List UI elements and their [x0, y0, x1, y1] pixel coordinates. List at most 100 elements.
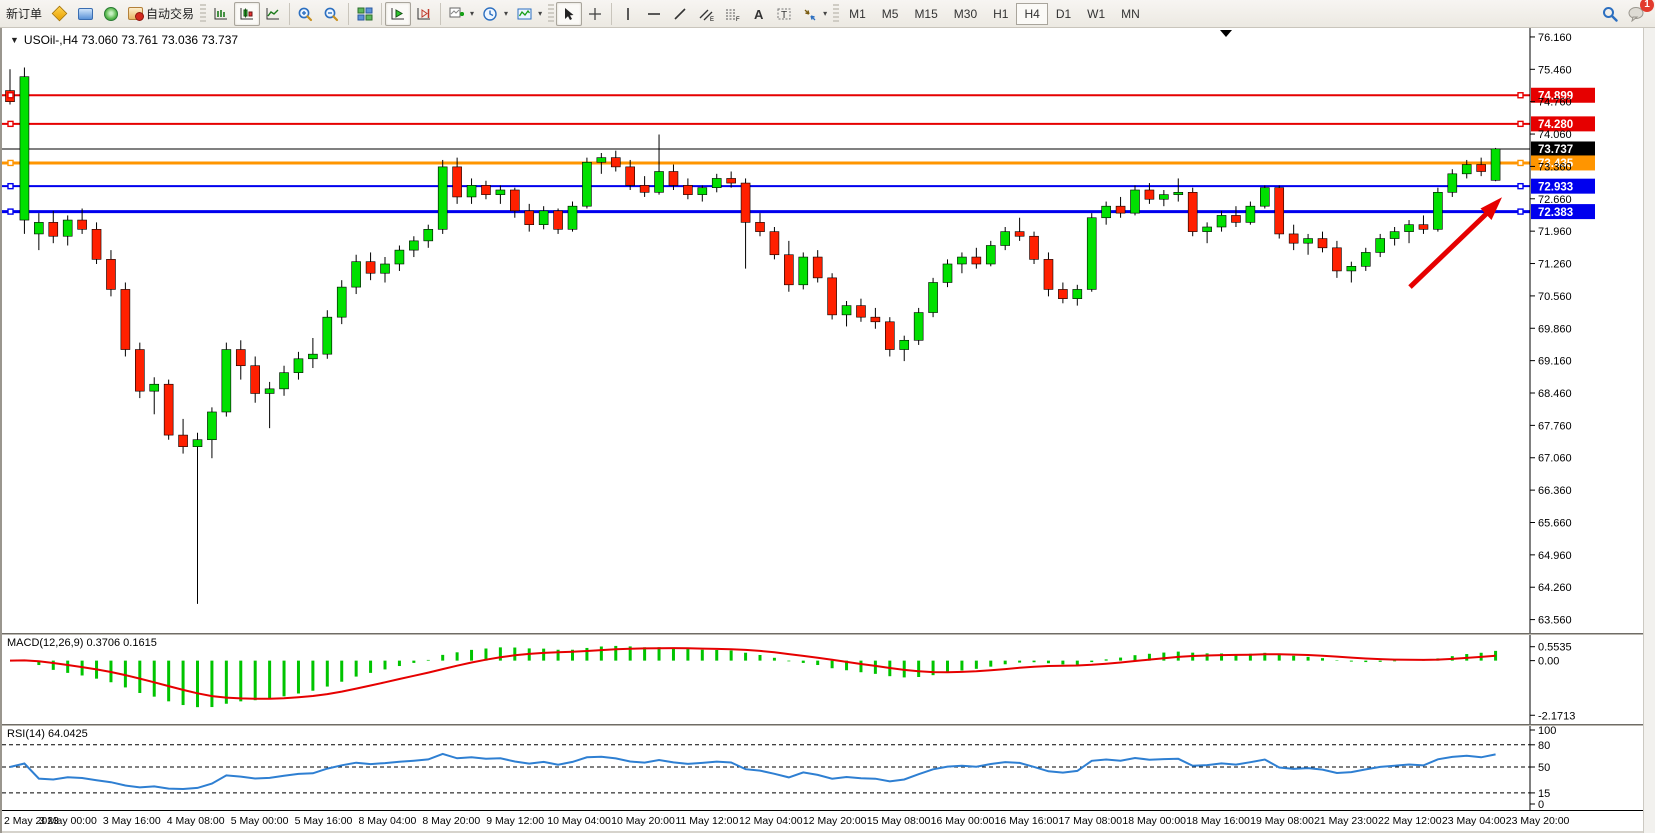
rsi-chart[interactable]: 1008050150: [2, 726, 1645, 810]
bull-candle: [150, 384, 159, 391]
rsi-panel[interactable]: 1008050150 RSI(14) 64.0425: [2, 726, 1645, 810]
bear-candle: [106, 259, 115, 289]
macd-panel[interactable]: 0.55350.00-2.1713 MACD(12,26,9) 0.3706 0…: [2, 635, 1645, 724]
zoom-in-button[interactable]: [293, 2, 319, 26]
auto-scroll-icon: [389, 6, 407, 22]
vertical-line-tool-button[interactable]: [615, 2, 641, 26]
candlestick-chart[interactable]: 74.89974.28073.73773.43572.93372.38376.1…: [2, 28, 1645, 633]
auto-trading-button[interactable]: 自动交易: [124, 2, 198, 26]
bear-candle: [78, 220, 87, 229]
bull-candle: [34, 222, 43, 234]
timeframe-button-h4[interactable]: H4: [1016, 3, 1047, 25]
templates-button[interactable]: ▾: [512, 2, 546, 26]
indicators-button[interactable]: ▾: [444, 2, 478, 26]
auto-scroll-button[interactable]: [385, 2, 411, 26]
bull-candle: [655, 172, 664, 193]
arrows-tool-button[interactable]: ▾: [797, 2, 831, 26]
bear-candle: [1058, 289, 1067, 298]
time-tick-label: 10 May 04:00: [547, 815, 611, 827]
line-anchor[interactable]: [8, 93, 13, 98]
timeframe-button-d1[interactable]: D1: [1048, 3, 1079, 25]
bull-candle: [842, 306, 851, 315]
chevron-down-icon: ▼: [10, 35, 19, 45]
line-anchor[interactable]: [8, 184, 13, 189]
toolbar-drag-handle[interactable]: [833, 4, 839, 24]
bear-candle: [1145, 190, 1154, 199]
rsi-axis-label: 50: [1538, 762, 1550, 774]
bear-candle: [871, 317, 880, 322]
timeframe-button-w1[interactable]: W1: [1079, 3, 1113, 25]
bull-candle: [582, 162, 591, 206]
time-tick-label: 19 May 08:00: [1250, 815, 1314, 827]
line-anchor[interactable]: [8, 209, 13, 214]
timeframe-button-m5[interactable]: M5: [874, 3, 907, 25]
equidistant-channel-tool-button[interactable]: E: [693, 2, 719, 26]
timeframe-button-m15[interactable]: M15: [906, 3, 945, 25]
text-icon: A: [749, 6, 767, 22]
candlestick-chart-button[interactable]: [234, 2, 260, 26]
rsi-axis-label: 0: [1538, 799, 1544, 810]
bear-candle: [251, 366, 260, 394]
bull-candle: [438, 167, 447, 229]
zoom-out-icon: [323, 6, 341, 22]
timeframe-button-m30[interactable]: M30: [946, 3, 985, 25]
rsi-axis-label: 100: [1538, 726, 1556, 737]
periods-button[interactable]: ▾: [478, 2, 512, 26]
line-anchor[interactable]: [1518, 93, 1523, 98]
line-anchor[interactable]: [1518, 121, 1523, 126]
cursor-tool-button[interactable]: [556, 2, 582, 26]
draw-tools-group: EFAT▾: [556, 0, 831, 28]
terminal-button[interactable]: [72, 2, 98, 26]
price-chart-panel[interactable]: 74.89974.28073.73773.43572.93372.38376.1…: [2, 28, 1645, 633]
time-tick-label: 23 May 20:00: [1506, 815, 1570, 827]
time-tick-label: 15 May 08:00: [867, 815, 931, 827]
tile-windows-button[interactable]: [352, 2, 378, 26]
search-button[interactable]: [1597, 2, 1623, 26]
chat-button[interactable]: 1: [1623, 2, 1649, 26]
bull-candle: [308, 354, 317, 359]
horizontal-line-tool-button[interactable]: [641, 2, 667, 26]
crosshair-tool-button[interactable]: [582, 2, 608, 26]
chart-title-bar[interactable]: ▼ USOil-,H4 73.060 73.761 73.036 73.737: [10, 33, 238, 47]
timeframe-group: M1M5M15M30H1H4D1W1MN: [841, 0, 1148, 28]
timeframe-button-m1[interactable]: M1: [841, 3, 874, 25]
price-tick-label: 67.760: [1538, 420, 1572, 432]
chart-shift-button[interactable]: [411, 2, 437, 26]
bar-chart-button[interactable]: [208, 2, 234, 26]
bull-candle: [900, 340, 909, 349]
text-tool-button[interactable]: A: [745, 2, 771, 26]
new-order-button[interactable]: 新订单: [2, 2, 46, 26]
bear-candle: [972, 257, 981, 264]
trend-arrow[interactable]: [1410, 212, 1488, 287]
chart-title: USOil-,H4 73.060 73.761 73.036 73.737: [24, 33, 238, 47]
macd-chart[interactable]: 0.55350.00-2.1713: [2, 635, 1645, 724]
timeframe-button-mn[interactable]: MN: [1113, 3, 1148, 25]
timeframe-button-h1[interactable]: H1: [985, 3, 1016, 25]
text-label-tool-button[interactable]: T: [771, 2, 797, 26]
line-anchor[interactable]: [1518, 184, 1523, 189]
line-anchor[interactable]: [8, 121, 13, 126]
bear-candle: [1015, 232, 1024, 237]
line-anchor[interactable]: [8, 160, 13, 165]
price-tick-label: 72.660: [1538, 194, 1572, 206]
bull-candle: [698, 188, 707, 195]
rsi-label: RSI(14) 64.0425: [7, 728, 88, 740]
line-chart-button[interactable]: [260, 2, 286, 26]
bull-candle: [1304, 239, 1313, 244]
equidistant-channel-icon: E: [697, 6, 715, 22]
bear-candle: [453, 167, 462, 197]
fibonacci-tool-button[interactable]: F: [719, 2, 745, 26]
zoom-out-button[interactable]: [319, 2, 345, 26]
time-axis[interactable]: 2 May 20233 May 00:003 May 16:004 May 08…: [2, 810, 1645, 831]
demo-account-button[interactable]: [46, 2, 72, 26]
line-anchor[interactable]: [1518, 209, 1523, 214]
toolbar-drag-handle[interactable]: [200, 4, 206, 24]
toolbar-drag-handle[interactable]: [548, 4, 554, 24]
time-tick-label: 8 May 04:00: [358, 815, 416, 827]
vertical-scrollbar[interactable]: [1643, 28, 1655, 833]
price-tick-label: 73.360: [1538, 161, 1572, 173]
svg-text:E: E: [710, 17, 714, 22]
signals-button[interactable]: [98, 2, 124, 26]
line-anchor[interactable]: [1518, 160, 1523, 165]
trendline-tool-button[interactable]: [667, 2, 693, 26]
